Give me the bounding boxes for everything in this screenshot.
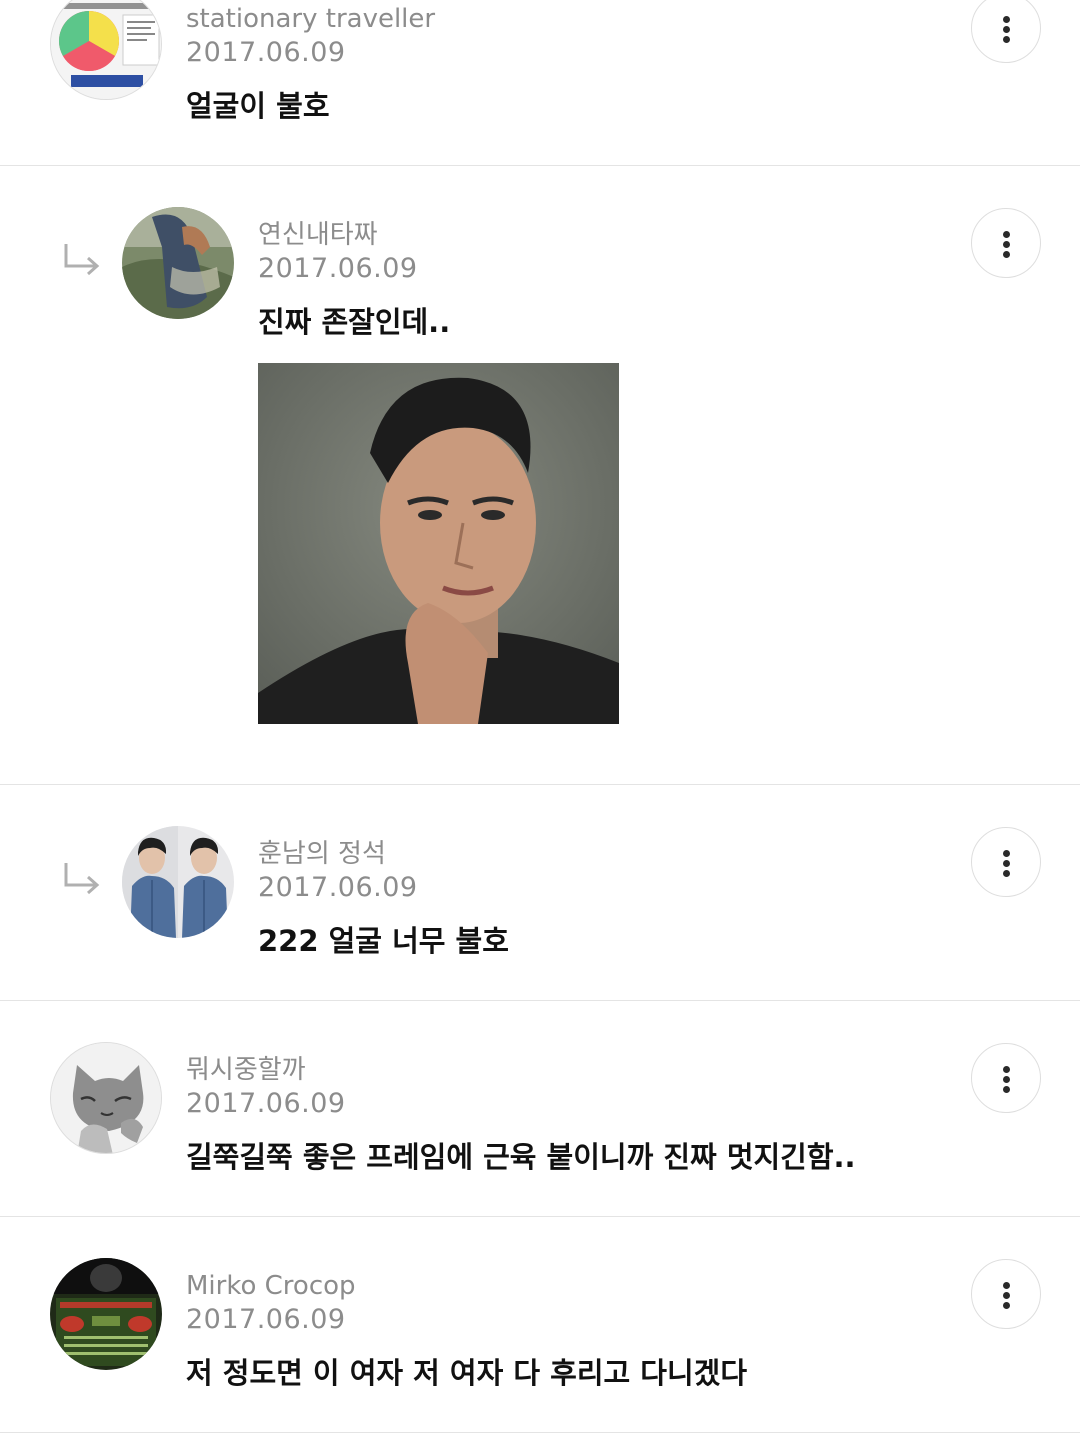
boot-photo-icon — [122, 207, 234, 319]
more-options-button[interactable] — [971, 827, 1041, 897]
comment-author[interactable]: 연신내타짜 — [258, 218, 378, 252]
more-options-button[interactable] — [971, 208, 1041, 278]
comment-date: 2017.06.09 — [186, 1304, 346, 1335]
comment-item: 훈남의 정석 2017.06.09 222 얼굴 너무 불호 — [0, 785, 1080, 1001]
comment-item: stationary traveller 2017.06.09 얼굴이 불호 — [0, 0, 1080, 166]
comment-text: 길쭉길쭉 좋은 프레임에 근육 붙이니까 진짜 멋지긴함.. — [186, 1140, 856, 1174]
comment-date: 2017.06.09 — [258, 253, 418, 284]
reply-arrow-icon — [64, 863, 100, 895]
comment-text: 저 정도면 이 여자 저 여자 다 후리고 다니겠다 — [186, 1356, 748, 1390]
comment-text: 222 얼굴 너무 불호 — [258, 924, 509, 958]
more-options-button[interactable] — [971, 0, 1041, 63]
avatar[interactable] — [122, 207, 234, 319]
comment-text: 진짜 존잘인데.. — [258, 305, 451, 339]
comment-item: 연신내타짜 2017.06.09 진짜 존잘인데.. — [0, 166, 1080, 785]
avatar[interactable] — [50, 0, 162, 100]
comment-author[interactable]: 훈남의 정석 — [258, 837, 386, 871]
comment-date: 2017.06.09 — [186, 37, 346, 68]
avatar[interactable] — [50, 1042, 162, 1154]
comment-author[interactable]: stationary traveller — [186, 2, 435, 36]
cartoon-cat-icon — [51, 1043, 161, 1153]
two-men-denim-shirt-icon — [122, 826, 234, 938]
comment-text: 얼굴이 불호 — [186, 89, 330, 123]
more-options-button[interactable] — [971, 1259, 1041, 1329]
pie-chart-thumbnail-icon — [51, 0, 161, 99]
comment-item: 뭐시중할까 2017.06.09 길쭉길쭉 좋은 프레임에 근육 붙이니까 진짜… — [0, 1001, 1080, 1217]
attached-photo[interactable] — [258, 363, 619, 724]
avatar[interactable] — [50, 1258, 162, 1370]
comment-author[interactable]: 뭐시중할까 — [186, 1053, 306, 1087]
avatar[interactable] — [122, 826, 234, 938]
more-options-button[interactable] — [971, 1043, 1041, 1113]
comment-item: Mirko Crocop 2017.06.09 저 정도면 이 여자 저 여자 … — [0, 1217, 1080, 1433]
game-scoreboard-icon — [50, 1258, 162, 1370]
comment-author[interactable]: Mirko Crocop — [186, 1269, 356, 1303]
comment-date: 2017.06.09 — [258, 872, 418, 903]
portrait-photo-icon — [258, 363, 619, 724]
comment-date: 2017.06.09 — [186, 1088, 346, 1119]
reply-arrow-icon — [64, 244, 100, 276]
